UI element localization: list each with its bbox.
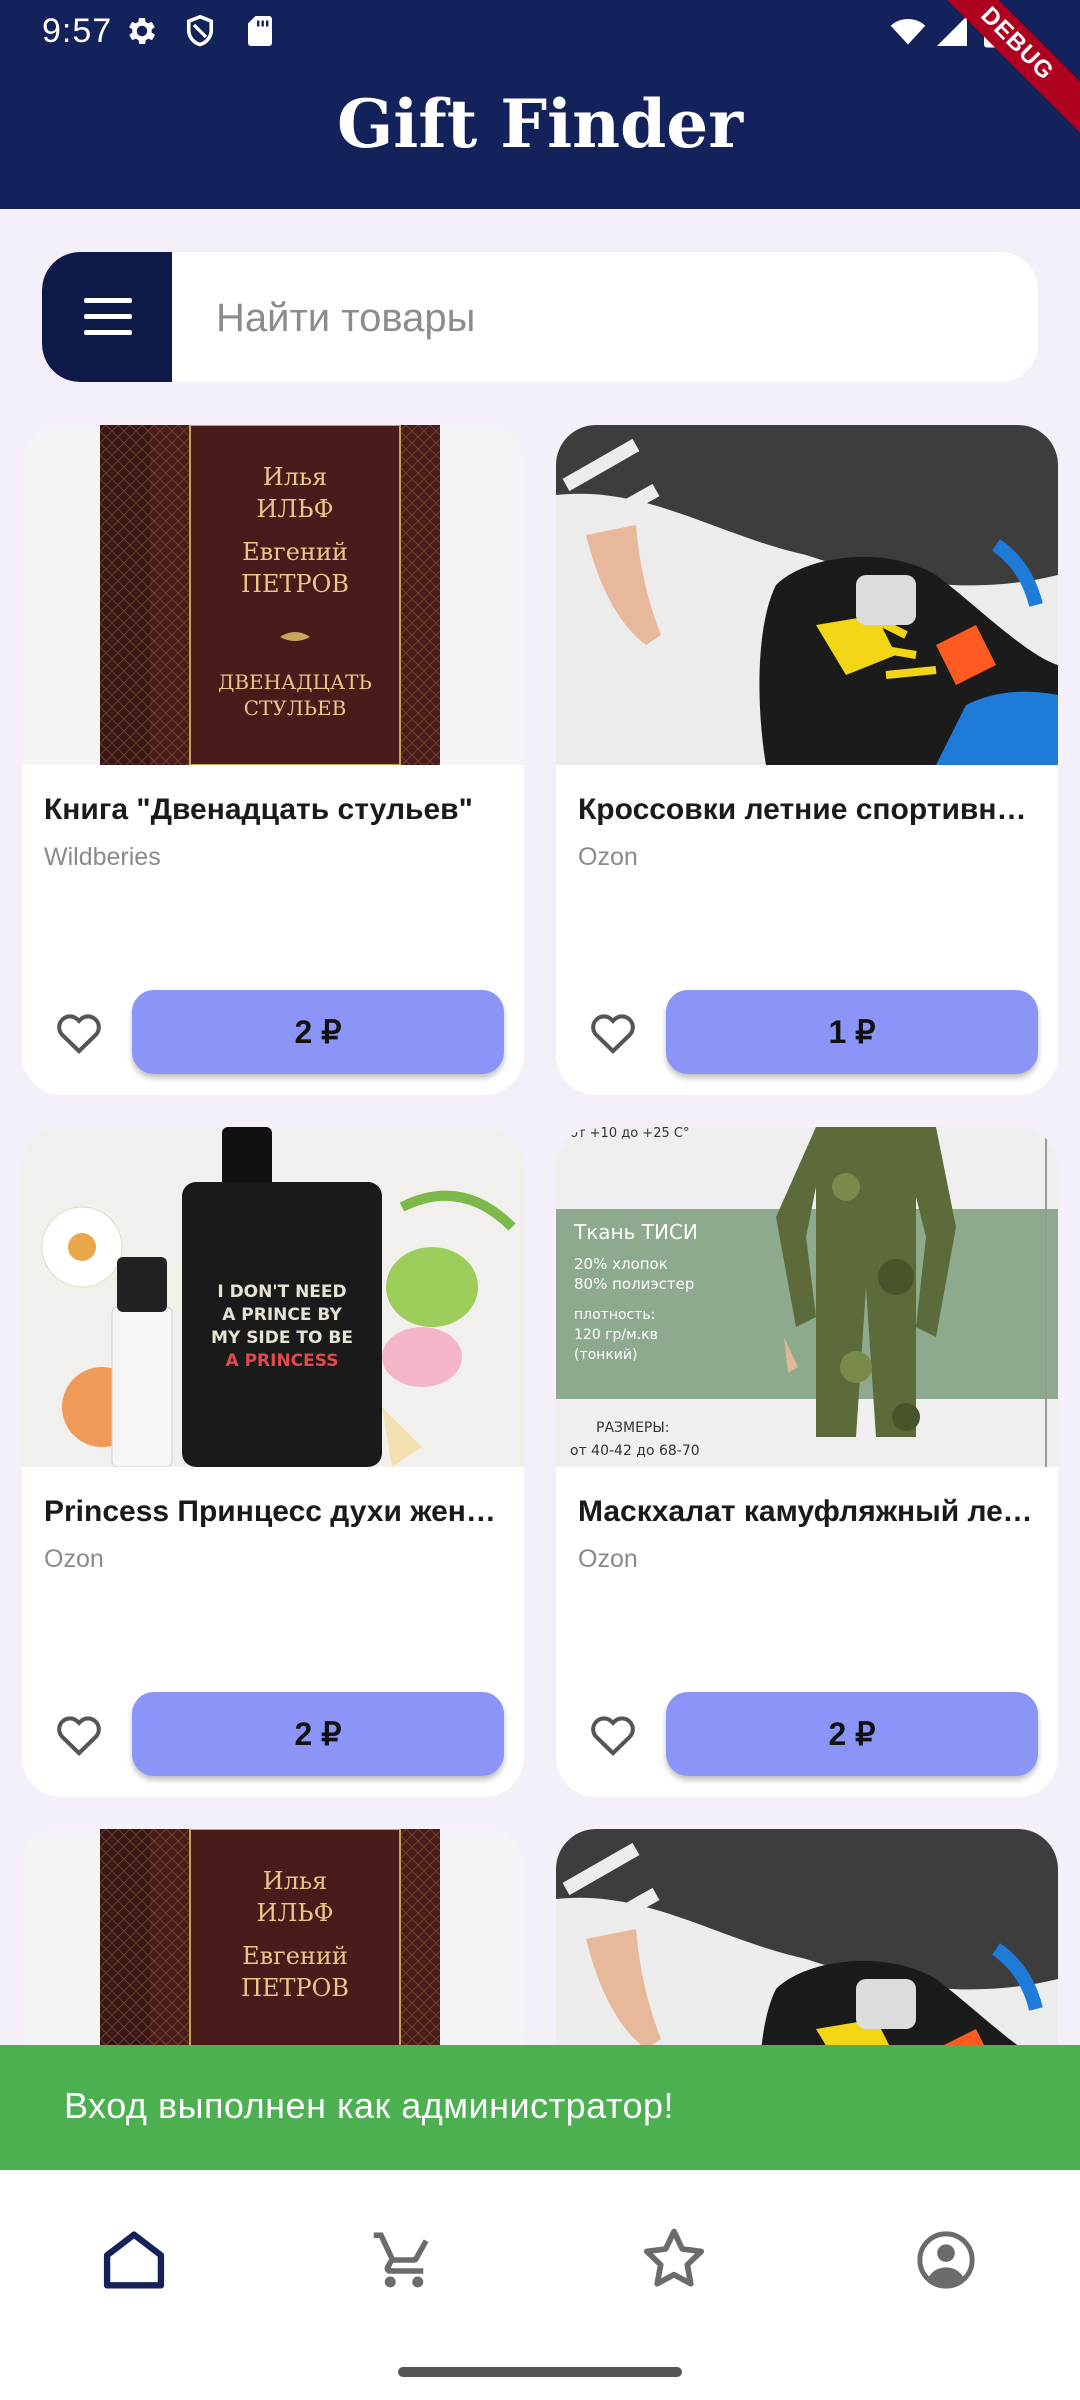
price-button[interactable]: 1 ₽: [666, 990, 1038, 1074]
menu-icon-line: [84, 330, 132, 335]
favorite-heart-icon[interactable]: [52, 1707, 106, 1761]
book-author1: Илья: [263, 1867, 327, 1895]
settings-icon: [129, 17, 156, 45]
product-shop: Wildberies: [44, 843, 161, 871]
cart-icon: [373, 2232, 429, 2288]
product-image-sneakers: [556, 1829, 1058, 2045]
snackbar-text: Вход выполнен как администратор!: [64, 2085, 675, 2126]
product-image-camo-suit: Ткань ТИСИ 20% хлопок 80% полиэстер плот…: [556, 1127, 1058, 1467]
camo-density: 120 гр/м.кв: [574, 1327, 658, 1343]
product-card[interactable]: [556, 1829, 1058, 2045]
menu-icon-line: [84, 314, 132, 319]
nav-cart[interactable]: [354, 2210, 454, 2310]
home-icon: [103, 2231, 165, 2289]
perfume-label-1: I DON'T NEED: [217, 1282, 346, 1302]
product-card[interactable]: I DON'T NEED A PRINCE BY MY SIDE TO BE A…: [22, 1127, 524, 1797]
price-button[interactable]: 2 ₽: [666, 1692, 1038, 1776]
camo-cotton: 20% хлопок: [574, 1255, 668, 1273]
status-bar: 9:57: [0, 0, 1080, 64]
sd-card-icon: [248, 16, 272, 46]
app-title: Gift Finder: [336, 85, 744, 163]
book-author1b: ИЛЬФ: [256, 1899, 333, 1927]
signal-icon: [937, 16, 967, 46]
product-shop: Ozon: [578, 1545, 638, 1573]
product-card[interactable]: Ткань ТИСИ 20% хлопок 80% полиэстер плот…: [556, 1127, 1058, 1797]
perfume-label-4: A PRINCESS: [226, 1351, 339, 1371]
book-author2b: ПЕТРОВ: [241, 570, 349, 598]
product-image-perfume: I DON'T NEED A PRINCE BY MY SIDE TO BE A…: [22, 1127, 524, 1467]
nav-home[interactable]: [84, 2210, 184, 2310]
shield-icon: [186, 14, 214, 47]
book-author1b: ИЛЬФ: [256, 495, 333, 523]
camo-sizes: от 40-42 до 68-70: [570, 1443, 700, 1459]
book-author1: Илья: [263, 463, 327, 491]
favorite-heart-icon[interactable]: [586, 1005, 640, 1059]
product-card[interactable]: Кроссовки летние спортивные Ozon 1 ₽: [556, 425, 1058, 1095]
book-title1: ДВЕНАДЦАТЬ: [218, 670, 372, 694]
product-image-sneakers: [556, 425, 1058, 765]
product-title: Маскхалат камуфляжный летний: [578, 1495, 1038, 1528]
product-card[interactable]: Илья ИЛЬФ Евгений ПЕТРОВ ДВЕНАДЦАТЬ СТУЛ…: [22, 425, 524, 1095]
book-author2: Евгений: [242, 538, 348, 566]
product-title: Princess Принцесс духи женские: [44, 1495, 504, 1528]
favorite-heart-icon[interactable]: [586, 1707, 640, 1761]
favorite-heart-icon[interactable]: [52, 1005, 106, 1059]
menu-button[interactable]: [42, 252, 172, 382]
home-indicator[interactable]: [398, 2367, 682, 2377]
menu-icon-line: [84, 298, 132, 303]
product-shop: Ozon: [578, 843, 638, 871]
bottom-navigation: [0, 2170, 1080, 2400]
search-input[interactable]: [214, 252, 1018, 382]
nav-profile[interactable]: [896, 2210, 996, 2310]
wifi-icon: [890, 19, 926, 45]
camo-sizes-label: РАЗМЕРЫ:: [596, 1420, 669, 1436]
product-title: Кроссовки летние спортивные: [578, 793, 1038, 826]
account-icon: [917, 2231, 975, 2289]
camo-thin: (тонкий): [574, 1347, 637, 1363]
price-button[interactable]: 2 ₽: [132, 990, 504, 1074]
product-card[interactable]: Илья ИЛЬФ Евгений ПЕТРОВ: [22, 1829, 524, 2045]
perfume-label-2: A PRINCE BY: [222, 1305, 342, 1325]
product-grid: Илья ИЛЬФ Евгений ПЕТРОВ ДВЕНАДЦАТЬ СТУЛ…: [0, 425, 1080, 2045]
camo-poly: 80% полиэстер: [574, 1275, 694, 1293]
book-author2b: ПЕТРОВ: [241, 1974, 349, 2002]
product-shop: Ozon: [44, 1545, 104, 1573]
price-button[interactable]: 2 ₽: [132, 1692, 504, 1776]
search-bar: [42, 252, 1038, 382]
camo-temp: от +10 до +25 С°: [570, 1127, 689, 1141]
product-title: Книга "Двенадцать стульев": [44, 793, 473, 826]
product-image-book: Илья ИЛЬФ Евгений ПЕТРОВ: [22, 1829, 524, 2045]
nav-favorites[interactable]: [624, 2210, 724, 2310]
app-bar: 9:57 Gift Finder DEBUG: [0, 0, 1080, 209]
star-icon: [643, 2228, 705, 2287]
snackbar: Вход выполнен как администратор!: [0, 2045, 1080, 2170]
perfume-label-3: MY SIDE TO BE: [211, 1328, 353, 1348]
camo-fabric: Ткань ТИСИ: [573, 1220, 698, 1244]
book-author2: Евгений: [242, 1942, 348, 1970]
book-title2: СТУЛЬЕВ: [244, 696, 347, 720]
camo-density-label: плотность:: [574, 1307, 655, 1323]
product-image-book: Илья ИЛЬФ Евгений ПЕТРОВ ДВЕНАДЦАТЬ СТУЛ…: [22, 425, 524, 765]
status-time: 9:57: [42, 12, 113, 50]
